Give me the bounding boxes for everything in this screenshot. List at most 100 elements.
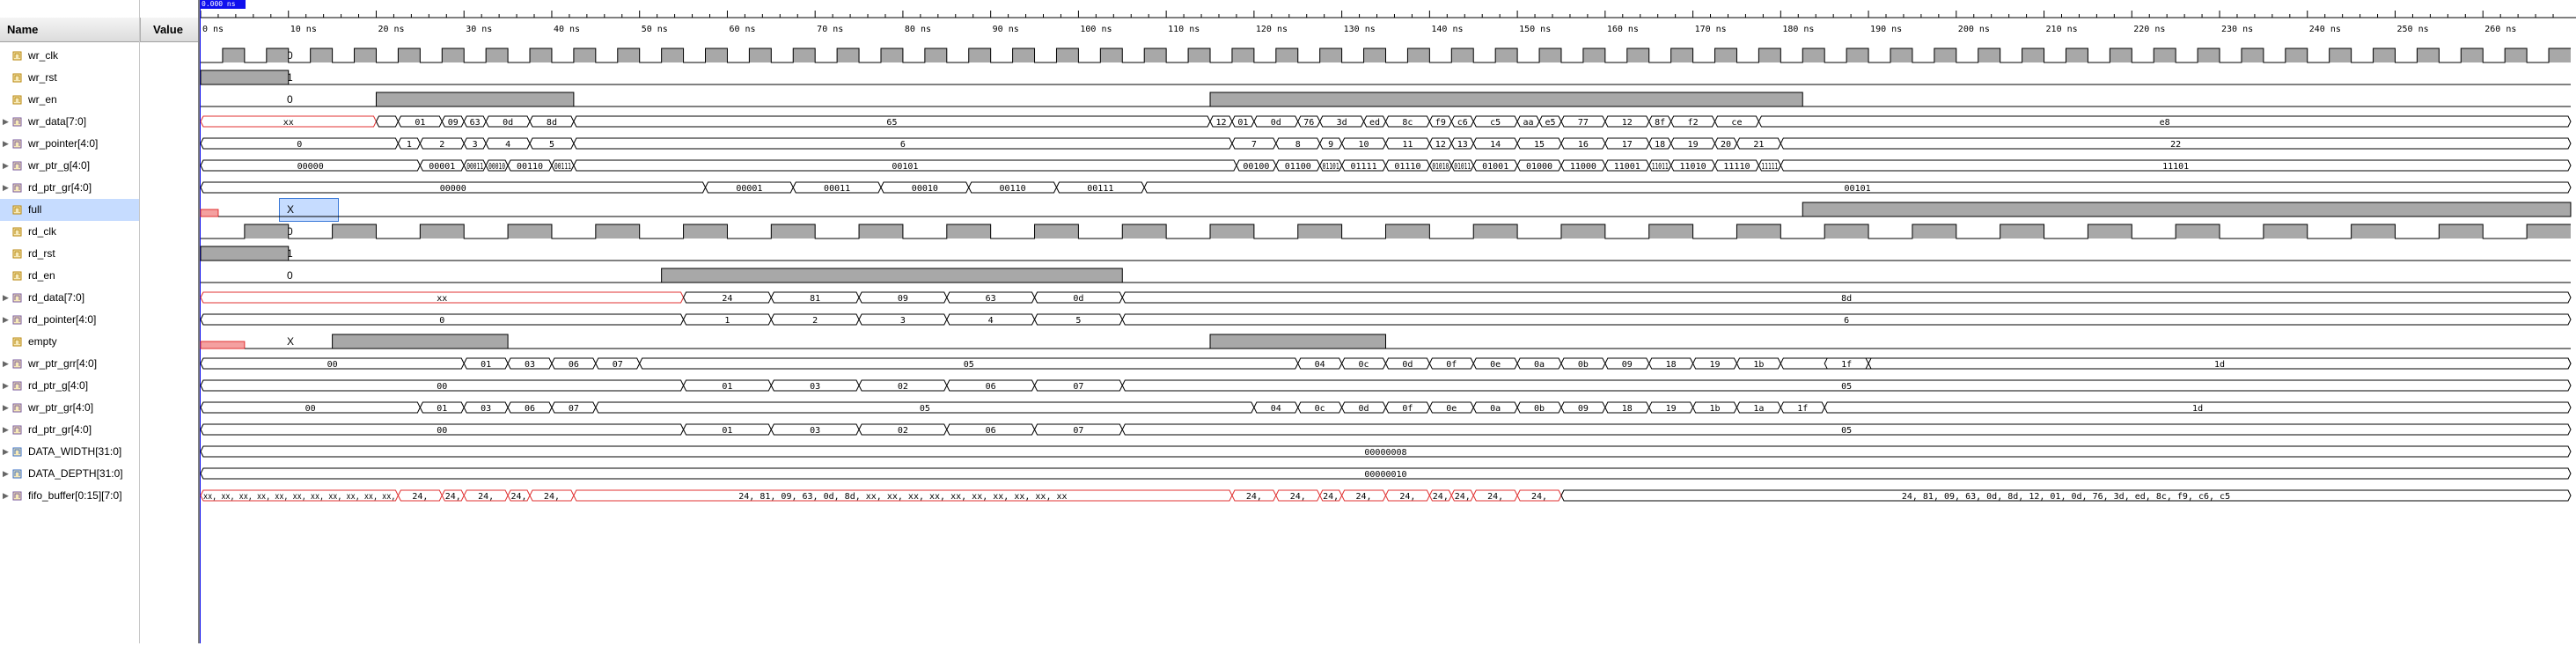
signal-row-fifo-buffer-0-15-7-0-[interactable]: ▶ fifo_buffer[0:15][7:0]: [0, 485, 139, 507]
signal-row-rd-pointer-4-0-[interactable]: ▶ rd_pointer[4:0]: [0, 309, 139, 331]
bus-value-label: 00110: [517, 162, 543, 172]
signal-row-rd-ptr-g-4-0-[interactable]: ▶ rd_ptr_g[4:0]: [0, 375, 139, 397]
clock-high-fill: [442, 48, 465, 62]
expand-chevron-icon[interactable]: ▶: [3, 397, 10, 419]
expand-chevron-icon[interactable]: ▶: [3, 419, 10, 441]
bus-value-label: 1f: [1797, 404, 1808, 414]
signal-row-empty[interactable]: empty: [0, 331, 139, 353]
ruler-tick-label: 100 ns: [1080, 25, 1112, 34]
clock-high-fill: [1934, 48, 1956, 62]
bus-value-label: 63: [470, 118, 481, 128]
signal-row-rd-ptr-gr-4-0-[interactable]: ▶ rd_ptr_gr[4:0]: [0, 419, 139, 441]
bus-value-label: 0d: [1402, 360, 1413, 370]
waveform-canvas[interactable]: 0 ns 10 ns 20 ns 30 ns 40 ns 50 ns 60 ns 70 ns 8…: [199, 0, 2576, 643]
bus-value-label: 07: [613, 360, 623, 370]
bus-value-label: xx, xx, xx, xx, xx, xx, xx, xx, xx, xx, …: [203, 492, 395, 502]
signal-row-rd-clk[interactable]: rd_clk: [0, 221, 139, 243]
expand-chevron-icon[interactable]: ▶: [3, 287, 10, 309]
bit-high-level: [200, 70, 290, 85]
bus-signal-icon: [12, 139, 22, 149]
signal-row-rd-rst[interactable]: rd_rst: [0, 243, 139, 265]
bus-value-label: 12: [1622, 118, 1633, 128]
bus-value-label: 00111: [554, 162, 571, 172]
clock-high-fill: [1670, 48, 1693, 62]
bus-signal-icon: [12, 403, 22, 413]
expand-chevron-icon[interactable]: ▶: [3, 309, 10, 331]
value-column-header[interactable]: Value: [140, 18, 198, 42]
bus-value-label: 15: [1534, 140, 1545, 150]
bus-value-label: 12: [1215, 118, 1226, 128]
signal-row-wr-ptr-grr-4-0-[interactable]: ▶ wr_ptr_grr[4:0]: [0, 353, 139, 375]
ruler-tick-label: 120 ns: [1256, 25, 1288, 34]
clock-high-fill: [1122, 224, 1167, 239]
name-column-header[interactable]: Name: [0, 18, 139, 42]
clock-high-fill: [1144, 48, 1167, 62]
expand-chevron-icon[interactable]: ▶: [3, 177, 10, 199]
signal-row-wr-pointer-4-0-[interactable]: ▶ wr_pointer[4:0]: [0, 133, 139, 155]
signal-name: DATA_WIDTH[31:0]: [28, 445, 122, 458]
bus-value-label: 7: [1251, 140, 1257, 150]
signal-row-wr-ptr-g-4-0-[interactable]: ▶ wr_ptr_g[4:0]: [0, 155, 139, 177]
expand-chevron-icon[interactable]: ▶: [3, 485, 10, 507]
bus-value-label: 00001: [429, 162, 455, 172]
signal-name: DATA_DEPTH[31:0]: [28, 467, 123, 480]
signal-row-full[interactable]: full: [0, 199, 139, 221]
signal-name: wr_en: [28, 93, 57, 106]
expand-chevron-icon[interactable]: ▶: [3, 111, 10, 133]
clock-high-fill: [1473, 224, 1518, 239]
bus-value-label: 19: [1709, 360, 1720, 370]
ruler-tick-label: 230 ns: [2221, 25, 2253, 34]
signal-row-wr-rst[interactable]: wr_rst: [0, 67, 139, 89]
signal-row-rd-en[interactable]: rd_en: [0, 265, 139, 287]
bus-value-label: 04: [1271, 404, 1281, 414]
clock-high-fill: [1231, 48, 1254, 62]
signal-row-wr-ptr-gr-4-0-[interactable]: ▶ wr_ptr_gr[4:0]: [0, 397, 139, 419]
bus-value-label: 3: [900, 316, 906, 326]
bus-value-label: 09: [1578, 404, 1589, 414]
signal-row-rd-data-7-0-[interactable]: ▶ rd_data[7:0]: [0, 287, 139, 309]
clock-high-fill: [771, 224, 816, 239]
expand-chevron-icon[interactable]: ▶: [3, 133, 10, 155]
bus-signal-icon: [12, 491, 22, 501]
bus-signal-icon: [12, 425, 22, 435]
clock-high-fill: [1758, 48, 1781, 62]
signal-row-wr-en[interactable]: wr_en: [0, 89, 139, 111]
bus-value-label: 0f: [1446, 360, 1457, 370]
bit-high-level: [1209, 92, 1803, 107]
ruler-tick-label: 50 ns: [642, 25, 668, 34]
ruler-tick-label: 110 ns: [1168, 25, 1200, 34]
signal-row-wr-data-7-0-[interactable]: ▶ wr_data[7:0]: [0, 111, 139, 133]
bus-value-label: 3: [473, 140, 478, 150]
signal-row-rd-ptr-gr-4-0-[interactable]: ▶ rd_ptr_gr[4:0]: [0, 177, 139, 199]
bus-value-label: 00000: [297, 162, 324, 172]
expand-chevron-icon[interactable]: ▶: [3, 463, 10, 485]
bit-unknown-level: [200, 209, 219, 217]
signal-row-data-depth-31-0-[interactable]: ▶ DATA_DEPTH[31:0]: [0, 463, 139, 485]
clock-high-fill: [880, 48, 903, 62]
bus-value-label: 11001: [1614, 162, 1640, 172]
bus-value-label: 24, 81, 09, 63, 0d, 8d, 12, 01, 0d, 76, …: [1902, 492, 2230, 502]
bus-value-label: 00: [437, 382, 447, 392]
ruler-tick-label: 190 ns: [1870, 25, 1902, 34]
clock-high-fill: [683, 224, 728, 239]
ruler-tick-label: 30 ns: [466, 25, 492, 34]
clock-high-fill: [2439, 224, 2484, 239]
bus-value-label: 01: [415, 118, 425, 128]
clock-high-fill: [1890, 48, 1912, 62]
expand-chevron-icon[interactable]: ▶: [3, 353, 10, 375]
signal-row-data-width-31-0-[interactable]: ▶ DATA_WIDTH[31:0]: [0, 441, 139, 463]
bus-value-label: 24,: [1433, 492, 1449, 502]
signal-row-wr-clk[interactable]: wr_clk: [0, 45, 139, 67]
bus-value-label: 11111: [1761, 162, 1778, 172]
clock-high-fill: [1188, 48, 1211, 62]
expand-chevron-icon[interactable]: ▶: [3, 155, 10, 177]
expand-chevron-icon[interactable]: ▶: [3, 441, 10, 463]
bus-value-label: 24,: [1323, 492, 1339, 502]
bus-value-label: 11010: [1680, 162, 1706, 172]
clock-high-fill: [1539, 48, 1561, 62]
expand-chevron-icon[interactable]: ▶: [3, 375, 10, 397]
bus-value-label: 01100: [1285, 162, 1311, 172]
bit-high-level: [200, 246, 290, 261]
waveform-pane[interactable]: 0.000 ns 0 ns 10 ns 20 ns 30 ns 40 ns 50 ns 60…: [199, 0, 2576, 643]
bit-high-level: [1209, 334, 1386, 349]
